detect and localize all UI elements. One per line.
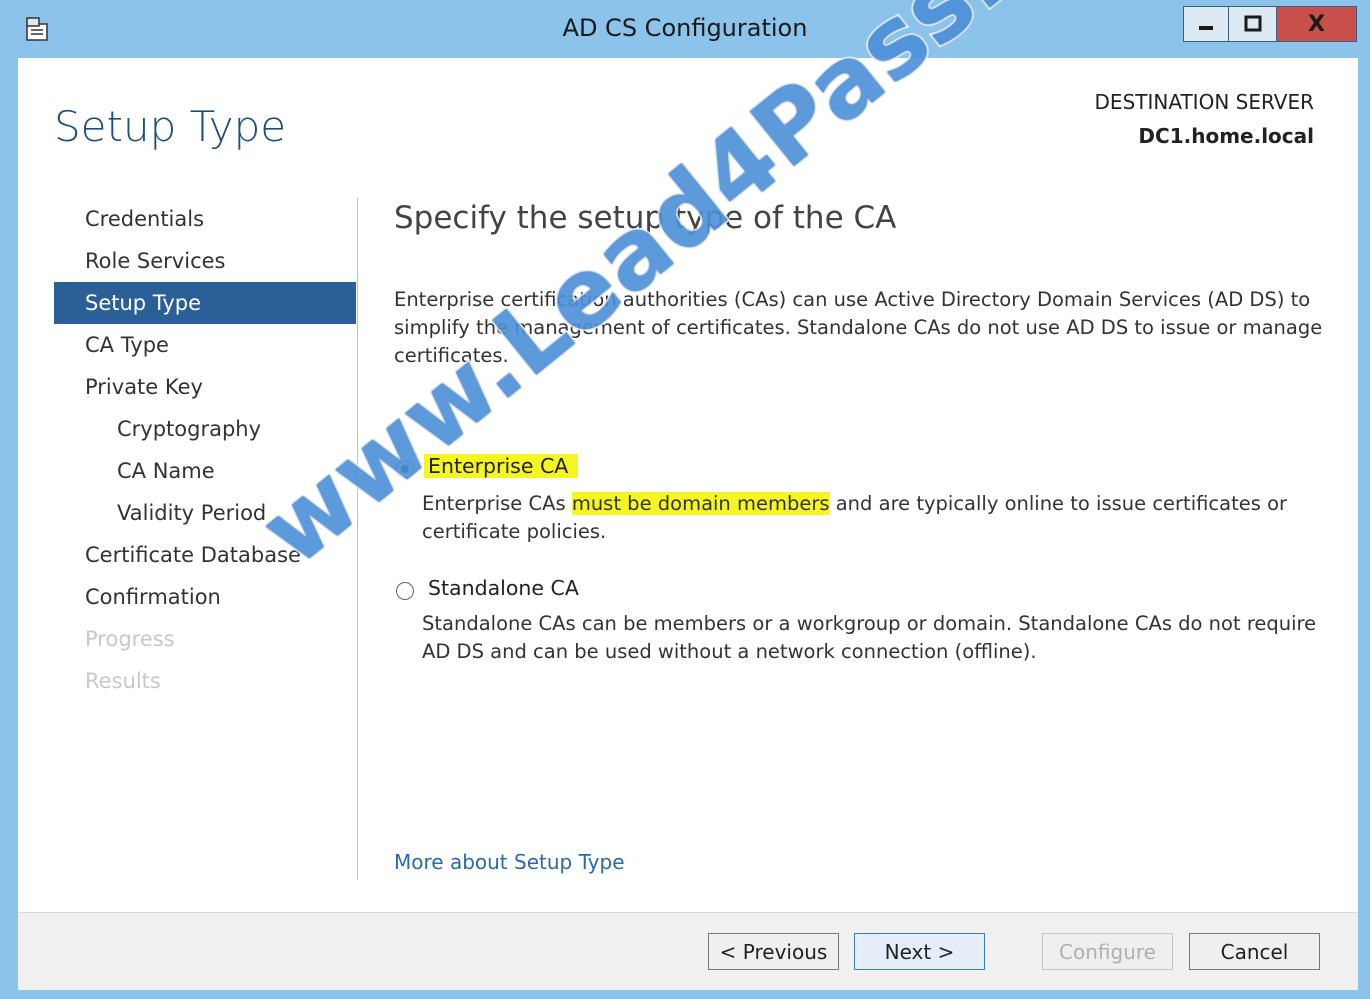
nav-item-role-services[interactable]: Role Services — [54, 240, 356, 282]
enterprise-ca-radio[interactable] — [396, 460, 414, 478]
nav-item-validity-period[interactable]: Validity Period — [54, 492, 356, 534]
enterprise-ca-description: Enterprise CAs must be domain members an… — [422, 490, 1322, 546]
cancel-button[interactable]: Cancel — [1189, 933, 1320, 970]
nav-item-setup-type[interactable]: Setup Type — [54, 282, 356, 324]
configure-button: Configure — [1042, 933, 1173, 970]
page-title: Setup Type — [54, 102, 287, 151]
close-button[interactable]: X — [1277, 6, 1357, 42]
nav-item-ca-type[interactable]: CA Type — [54, 324, 356, 366]
window-title: AD CS Configuration — [562, 14, 808, 42]
nav-item-credentials[interactable]: Credentials — [54, 198, 356, 240]
next-button[interactable]: Next > — [854, 933, 985, 970]
content-panel: Specify the setup type of the CA Enterpr… — [394, 198, 1334, 874]
previous-button[interactable]: < Previous — [708, 933, 839, 970]
destination-server-name: DC1.home.local — [1138, 124, 1314, 148]
nav-divider — [357, 198, 358, 880]
nav-item-private-key[interactable]: Private Key — [54, 366, 356, 408]
nav-item-certificate-database[interactable]: Certificate Database — [54, 534, 356, 576]
standalone-ca-description: Standalone CAs can be members or a workg… — [422, 612, 1317, 663]
close-icon: X — [1308, 11, 1325, 37]
wizard-nav: Credentials Role Services Setup Type CA … — [54, 198, 356, 702]
nav-item-confirmation[interactable]: Confirmation — [54, 576, 356, 618]
nav-item-cryptography[interactable]: Cryptography — [54, 408, 356, 450]
window-frame: AD CS Configuration X Setup Type DESTINA… — [0, 0, 1370, 999]
nav-item-results: Results — [85, 669, 161, 693]
nav-item-progress: Progress — [85, 627, 175, 651]
enterprise-ca-desc-highlight: must be domain members — [571, 492, 830, 515]
enterprise-ca-desc-start: Enterprise CAs — [422, 492, 572, 515]
wizard-footer: < Previous Next > Configure Cancel — [18, 913, 1358, 990]
title-bar[interactable]: AD CS Configuration X — [0, 0, 1370, 58]
minimize-icon — [1199, 26, 1213, 30]
maximize-button[interactable] — [1229, 6, 1277, 42]
wizard-client-area: Setup Type DESTINATION SERVER DC1.home.l… — [18, 58, 1358, 990]
more-about-setup-type-link[interactable]: More about Setup Type — [394, 850, 625, 874]
maximize-icon — [1244, 15, 1261, 32]
destination-server-label: DESTINATION SERVER — [1094, 90, 1314, 114]
standalone-ca-radio[interactable] — [396, 582, 414, 600]
standalone-ca-label[interactable]: Standalone CA — [428, 576, 579, 600]
enterprise-ca-label[interactable]: Enterprise CA — [424, 454, 579, 478]
minimize-button[interactable] — [1183, 6, 1229, 42]
setup-type-description: Enterprise certification authorities (CA… — [394, 288, 1323, 367]
nav-item-ca-name[interactable]: CA Name — [54, 450, 356, 492]
content-heading: Specify the setup type of the CA — [394, 200, 897, 236]
